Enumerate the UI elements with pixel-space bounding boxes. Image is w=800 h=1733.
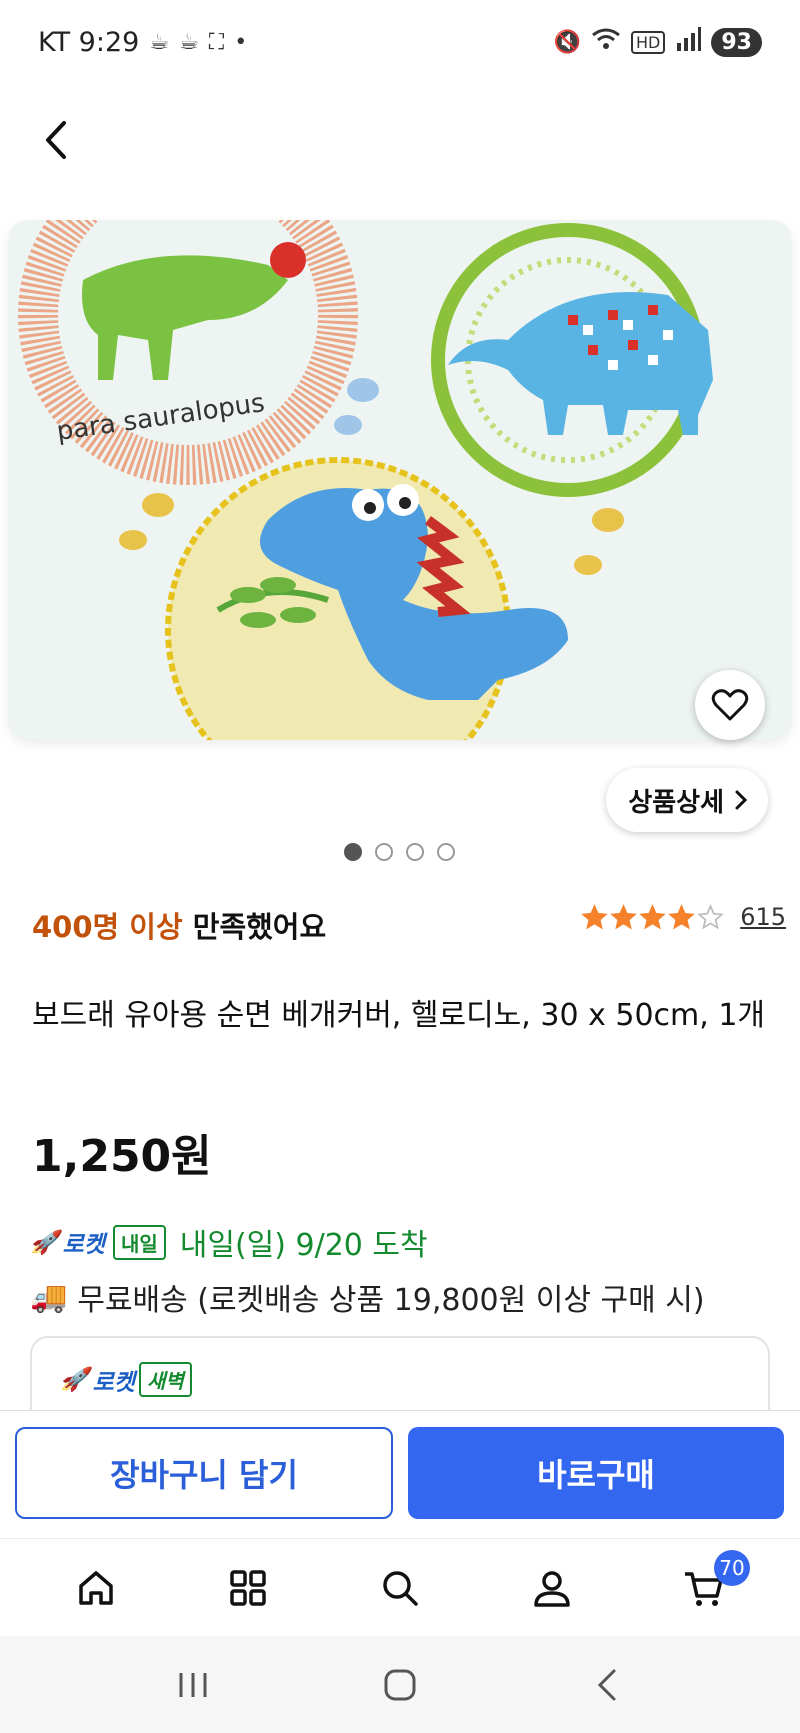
- star-empty-icon: [697, 903, 724, 929]
- hd-icon: HD: [631, 30, 666, 54]
- rocket-delivery-tag: 🚀 로켓: [30, 1225, 105, 1259]
- home-system-button[interactable]: [360, 1655, 440, 1715]
- satisfaction-highlight: 400명 이상: [32, 910, 183, 944]
- product-detail-button[interactable]: 상품상세: [606, 768, 768, 832]
- carousel-dot[interactable]: [344, 843, 362, 861]
- arrival-date: 내일(일) 9/20 도착: [179, 1228, 428, 1263]
- battery-indicator: 93: [711, 27, 762, 57]
- satisfaction-rest: 만족했어요: [182, 910, 327, 944]
- satisfaction-text: 400명 이상 만족했어요: [32, 904, 326, 946]
- back-button[interactable]: [30, 110, 80, 170]
- carousel-dot[interactable]: [375, 843, 393, 861]
- mute-icon: 🔇: [553, 29, 582, 55]
- nav-cart[interactable]: 70: [664, 1548, 750, 1628]
- star-filled-icon: [639, 903, 666, 929]
- coffee-icon: ☕: [149, 29, 170, 55]
- rating[interactable]: 615: [581, 903, 786, 931]
- product-image-carousel[interactable]: para sauralopus: [0, 200, 800, 760]
- product-image: para sauralopus: [8, 220, 792, 740]
- rocket-dawn-tag: 🚀 로켓 새벽: [60, 1362, 192, 1397]
- nav-search[interactable]: [360, 1548, 440, 1628]
- add-to-cart-button[interactable]: 장바구니 담기: [15, 1427, 393, 1519]
- search-icon: [383, 1570, 418, 1606]
- home-square-icon: [384, 1669, 416, 1700]
- status-bar: KT 9:29 ☕ ☕ ⛶ • 🔇 HD 93: [0, 0, 800, 84]
- nav-my-account[interactable]: [512, 1548, 592, 1628]
- notification-dot-icon: •: [234, 29, 248, 55]
- rocket-label: 로켓: [92, 1369, 135, 1396]
- chevron-left-icon: [46, 121, 66, 159]
- delivery-badge: 내일: [112, 1224, 166, 1260]
- carousel-dot[interactable]: [406, 843, 424, 861]
- coffee-icon: ☕: [179, 29, 199, 55]
- delivery-info: 🚀 로켓 내일 내일(일) 9/20 도착: [30, 1220, 428, 1264]
- free-shipping-info: 🚚 무료배송 (로켓배송 상품 19,800원 이상 구매 시): [30, 1275, 705, 1319]
- product-title: 보드래 유아용 순면 베개커버, 헬로디노, 30 x 50cm, 1개: [32, 998, 766, 1033]
- carousel-dot[interactable]: [437, 843, 455, 861]
- star-rating: [581, 903, 724, 931]
- star-filled-icon: [668, 903, 695, 929]
- nav-home[interactable]: [56, 1548, 136, 1628]
- review-count-link[interactable]: 615: [740, 903, 786, 931]
- buy-now-button[interactable]: 바로구매: [408, 1427, 784, 1519]
- rocket-label: 로켓: [62, 1232, 105, 1258]
- truck-icon: 🚚: [30, 1279, 68, 1315]
- cart-count-badge: 70: [714, 1549, 750, 1586]
- dawn-badge: 새벽: [138, 1362, 192, 1397]
- screenshot-icon: ⛶: [208, 29, 225, 55]
- category-grid-icon: [230, 1569, 266, 1606]
- signal-icon: [675, 27, 702, 57]
- nav-category[interactable]: [208, 1548, 288, 1628]
- product-detail-label: 상품상세: [628, 787, 724, 818]
- purchase-action-bar: 장바구니 담기 바로구매: [0, 1410, 800, 1538]
- back-arrow-icon: [597, 1669, 616, 1700]
- wifi-icon: [591, 27, 621, 57]
- rocket-icon: 🚀: [30, 1229, 59, 1256]
- free-shipping-text: 무료배송 (로켓배송 상품 19,800원 이상 구매 시): [77, 1283, 705, 1318]
- user-icon: [534, 1570, 570, 1607]
- recent-apps-button[interactable]: [153, 1655, 233, 1715]
- recent-apps-icon: [179, 1672, 207, 1697]
- bottom-navigation: 70: [0, 1538, 800, 1636]
- carousel-indicator: [344, 843, 455, 861]
- chevron-right-icon: [735, 790, 748, 810]
- back-system-button[interactable]: [567, 1655, 647, 1715]
- wishlist-button[interactable]: [695, 670, 765, 740]
- product-price: 1,250원: [32, 1131, 212, 1182]
- rocket-icon: 🚀: [60, 1367, 89, 1393]
- star-filled-icon: [581, 903, 608, 929]
- heart-icon: [711, 689, 749, 721]
- home-icon: [79, 1570, 113, 1605]
- system-navigation: [0, 1636, 800, 1733]
- carrier-time: KT 9:29: [38, 26, 140, 58]
- star-filled-icon: [610, 903, 637, 929]
